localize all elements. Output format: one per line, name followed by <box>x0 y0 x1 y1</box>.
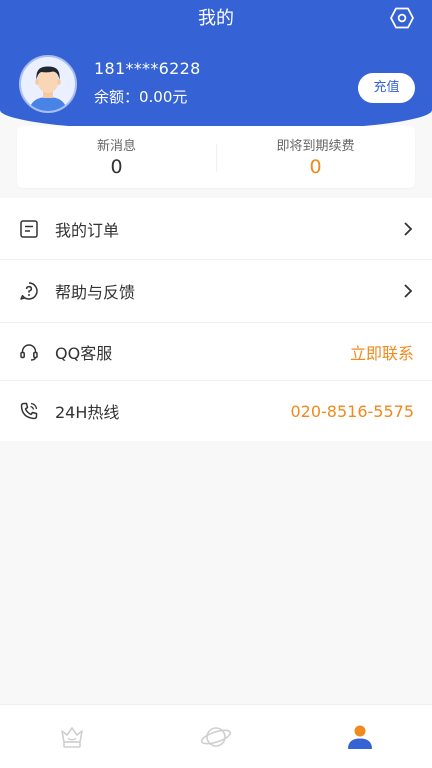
chevron-right-icon <box>404 221 413 236</box>
menu-item-qq-service[interactable]: QQ客服 立即联系 <box>0 323 432 381</box>
tab-home[interactable] <box>0 705 144 768</box>
stat-new-messages[interactable]: 新消息 0 <box>17 126 216 188</box>
menu-item-hotline[interactable]: 24H热线 020-8516-5575 <box>0 381 432 441</box>
crown-icon <box>61 726 83 748</box>
avatar[interactable] <box>19 55 77 113</box>
menu-item-help-feedback[interactable]: 帮助与反馈 <box>0 260 432 323</box>
stat-label: 新消息 <box>96 139 136 154</box>
stat-expiring-renewals[interactable]: 即将到期续费 0 <box>216 126 415 188</box>
tab-profile[interactable] <box>288 705 432 768</box>
headset-icon <box>20 343 38 361</box>
menu-item-my-orders[interactable]: 我的订单 <box>0 198 432 260</box>
tab-discover[interactable] <box>144 705 288 768</box>
chevron-right-icon <box>404 284 413 298</box>
planet-icon <box>200 726 232 747</box>
user-balance: 余额：0.00元 <box>94 88 188 106</box>
bottom-tab-bar <box>0 704 432 768</box>
hotline-number-link[interactable]: 020-8516-5575 <box>290 402 414 421</box>
menu-list: 我的订单 帮助与反馈 QQ客服 立即联系 24H热线 020-8516-5575 <box>0 198 432 441</box>
settings-icon[interactable] <box>390 7 414 29</box>
stat-value: 0 <box>309 156 322 178</box>
menu-item-label: 帮助与反馈 <box>55 283 136 302</box>
menu-item-label: QQ客服 <box>55 343 113 363</box>
user-icon <box>348 725 372 749</box>
stat-value: 0 <box>110 156 123 178</box>
help-question-icon <box>20 282 38 300</box>
phone-icon <box>20 402 38 420</box>
page-title: 我的 <box>198 8 234 29</box>
stats-card: 新消息 0 即将到期续费 0 <box>17 126 415 188</box>
order-list-icon <box>20 219 38 238</box>
contact-now-link[interactable]: 立即联系 <box>350 340 414 364</box>
menu-item-label: 我的订单 <box>55 220 120 240</box>
stat-label: 即将到期续费 <box>276 139 355 154</box>
menu-item-label: 24H热线 <box>55 403 120 422</box>
user-avatar-icon <box>29 66 67 111</box>
user-phone: 181****6228 <box>94 59 201 78</box>
recharge-button[interactable]: 充值 <box>358 73 415 103</box>
